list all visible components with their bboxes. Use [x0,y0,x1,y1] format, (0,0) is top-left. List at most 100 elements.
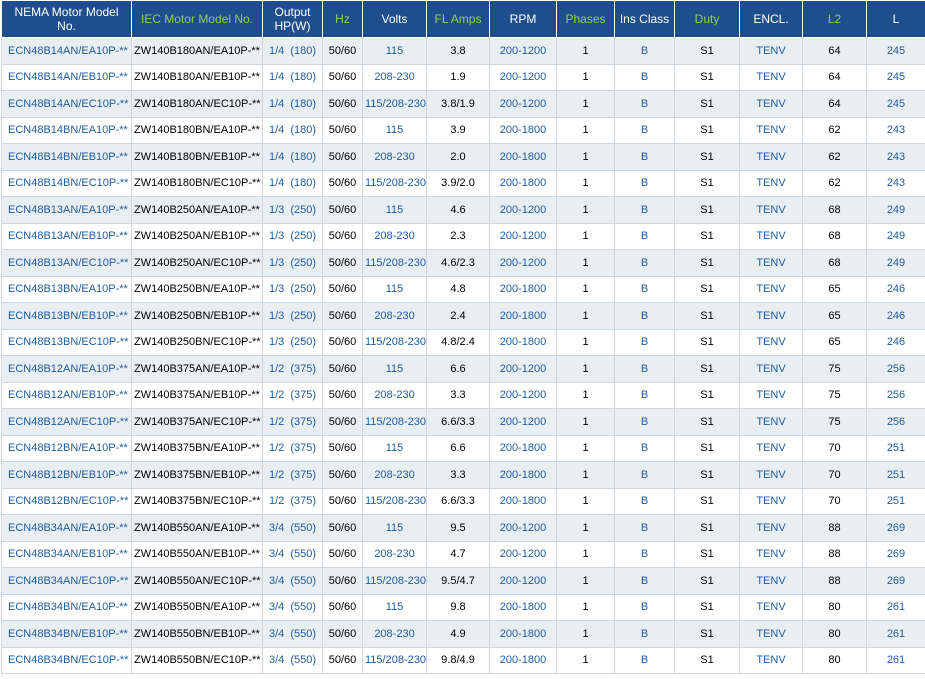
cell-hz: 50/60 [322,461,363,489]
table-row: ECN48B34BN/EA10P-** ZW140B550BN/EA10P-** 3… [1,593,925,621]
cell-ins-class: B [614,408,675,436]
cell-volts: 115/208-230 [362,249,427,277]
cell-rpm: 200-1200 [489,567,557,595]
cell-nema-model: ECN48B34BN/EB10P-** [1,620,132,648]
cell-iec-model: ZW140B180BN/EB10P-** [131,143,263,171]
cell-iec-model: ZW140B250BN/EA10P-** [131,275,263,303]
cell-encl: TENV [739,381,803,409]
cell-encl: TENV [739,143,803,171]
cell-phases: 1 [556,620,615,648]
cell-output: 1/2 (375) [262,381,323,409]
cell-l: 246 [866,302,925,330]
cell-output: 1/2 (375) [262,487,323,515]
cell-hz: 50/60 [322,408,363,436]
cell-fl-amps: 4.8 [426,275,490,303]
cell-nema-model: ECN48B13BN/EC10P-** [1,328,132,356]
cell-volts: 115 [362,37,427,65]
cell-rpm: 200-1200 [489,408,557,436]
cell-l2: 75 [802,381,867,409]
table-row: ECN48B34AN/EA10P-** ZW140B550AN/EA10P-** 3… [1,514,925,542]
cell-hz: 50/60 [322,275,363,303]
cell-l: 256 [866,381,925,409]
cell-duty: S1 [674,222,740,250]
cell-output: 1/4 (180) [262,116,323,144]
cell-iec-model: ZW140B375BN/EB10P-** [131,461,263,489]
cell-rpm: 200-1200 [489,222,557,250]
cell-phases: 1 [556,63,615,91]
cell-phases: 1 [556,328,615,356]
cell-l2: 68 [802,249,867,277]
cell-phases: 1 [556,90,615,118]
cell-output: 1/2 (375) [262,355,323,383]
cell-phases: 1 [556,222,615,250]
table-row: ECN48B13BN/EA10P-** ZW140B250BN/EA10P-** 1… [1,275,925,303]
cell-rpm: 200-1800 [489,169,557,197]
column-header-l2: L2 [802,0,867,38]
cell-output: 1/2 (375) [262,461,323,489]
column-header-nema-model: NEMA Motor Model No. [1,0,132,38]
cell-output: 1/4 (180) [262,90,323,118]
cell-rpm: 200-1200 [489,355,557,383]
cell-nema-model: ECN48B34AN/EA10P-** [1,514,132,542]
cell-fl-amps: 2.3 [426,222,490,250]
cell-hz: 50/60 [322,355,363,383]
cell-hz: 50/60 [322,593,363,621]
cell-fl-amps: 3.8/1.9 [426,90,490,118]
cell-ins-class: B [614,514,675,542]
cell-l: 245 [866,90,925,118]
motor-spec-table: NEMA Motor Model No. IEC Motor Model No. O… [1,0,925,674]
cell-volts: 115/208-230 [362,487,427,515]
cell-volts: 115 [362,196,427,224]
cell-output: 1/3 (250) [262,275,323,303]
cell-l: 249 [866,222,925,250]
cell-nema-model: ECN48B34AN/EC10P-** [1,567,132,595]
cell-iec-model: ZW140B550BN/EB10P-** [131,620,263,648]
cell-l: 246 [866,275,925,303]
cell-output: 3/4 (550) [262,540,323,568]
cell-ins-class: B [614,302,675,330]
cell-l: 256 [866,355,925,383]
cell-rpm: 200-1800 [489,275,557,303]
cell-volts: 115/208-230 [362,328,427,356]
cell-rpm: 200-1800 [489,593,557,621]
cell-iec-model: ZW140B375AN/EA10P-** [131,355,263,383]
cell-phases: 1 [556,116,615,144]
cell-l2: 80 [802,646,867,674]
cell-rpm: 200-1800 [489,487,557,515]
cell-volts: 115 [362,116,427,144]
cell-l2: 62 [802,116,867,144]
cell-nema-model: ECN48B14BN/EA10P-** [1,116,132,144]
cell-rpm: 200-1200 [489,63,557,91]
cell-volts: 208-230 [362,222,427,250]
cell-ins-class: B [614,593,675,621]
cell-l: 261 [866,646,925,674]
cell-volts: 115 [362,355,427,383]
cell-hz: 50/60 [322,540,363,568]
cell-output: 3/4 (550) [262,593,323,621]
cell-rpm: 200-1800 [489,434,557,462]
cell-encl: TENV [739,408,803,436]
cell-l: 261 [866,593,925,621]
cell-volts: 208-230 [362,540,427,568]
cell-hz: 50/60 [322,487,363,515]
cell-rpm: 200-1800 [489,328,557,356]
cell-phases: 1 [556,355,615,383]
cell-iec-model: ZW140B550BN/EC10P-** [131,646,263,674]
cell-output: 3/4 (550) [262,514,323,542]
cell-l2: 88 [802,514,867,542]
cell-l: 251 [866,487,925,515]
cell-rpm: 200-1200 [489,196,557,224]
cell-ins-class: B [614,461,675,489]
cell-duty: S1 [674,328,740,356]
cell-output: 1/2 (375) [262,434,323,462]
cell-volts: 115 [362,275,427,303]
cell-iec-model: ZW140B180AN/EA10P-** [131,37,263,65]
cell-encl: TENV [739,567,803,595]
cell-ins-class: B [614,249,675,277]
header-row: NEMA Motor Model No. IEC Motor Model No. O… [1,0,925,38]
table-row: ECN48B14BN/EA10P-** ZW140B180BN/EA10P-** 1… [1,116,925,144]
cell-l2: 88 [802,540,867,568]
cell-phases: 1 [556,646,615,674]
cell-nema-model: ECN48B12BN/EB10P-** [1,461,132,489]
cell-duty: S1 [674,408,740,436]
